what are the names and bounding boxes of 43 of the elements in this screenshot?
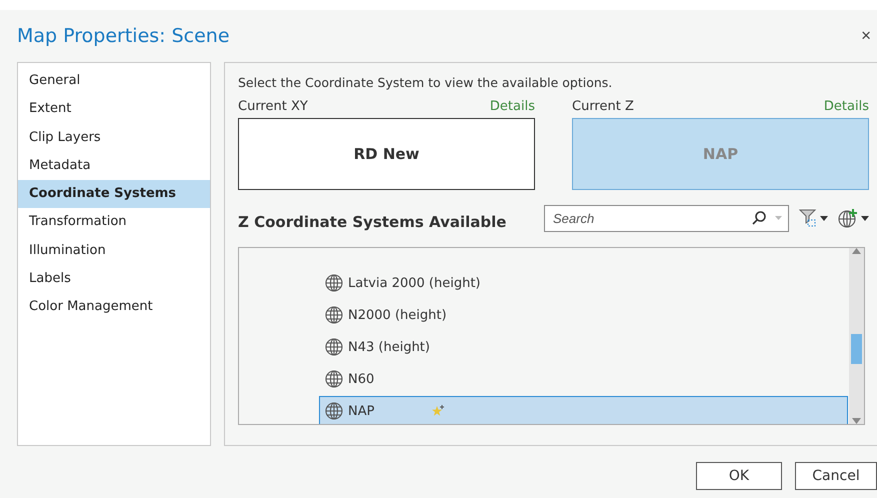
caret-icon — [775, 216, 782, 220]
instruction-text: Select the Coordinate System to view the available options. — [238, 75, 614, 90]
search-field[interactable]: Search — [544, 204, 789, 232]
caret-icon — [861, 216, 869, 220]
globe-icon — [325, 306, 343, 324]
coordinate-system-card[interactable]: RD New — [238, 118, 535, 190]
list-item[interactable]: N2000 (height) — [319, 300, 848, 330]
star-icon — [431, 404, 446, 418]
scroll-down-icon[interactable] — [852, 418, 861, 424]
sidebar-item[interactable]: Extent — [18, 95, 210, 124]
list-item[interactable]: N60 — [319, 364, 848, 394]
globe-icon — [325, 402, 343, 420]
list-item[interactable]: N43 (height) — [319, 332, 848, 362]
scrollbar-thumb[interactable] — [851, 334, 862, 364]
close-button[interactable]: × — [861, 26, 871, 46]
ok-button[interactable]: OK — [696, 462, 782, 490]
current-label: Current XY — [238, 99, 308, 114]
globe-icon — [325, 370, 343, 388]
add-coordinate-system-button[interactable] — [838, 208, 869, 228]
sidebar-item[interactable]: Labels — [18, 265, 210, 294]
sidebar-item[interactable]: Coordinate Systems — [18, 180, 210, 208]
cancel-button[interactable]: Cancel — [795, 462, 877, 490]
globe-icon — [325, 274, 343, 292]
sidebar-item[interactable]: Illumination — [18, 236, 210, 266]
search-icon — [751, 210, 767, 226]
filter-button[interactable] — [799, 208, 828, 228]
current-label: Current Z — [572, 99, 634, 114]
sidebar-item[interactable]: Color Management — [18, 293, 210, 322]
list-item[interactable]: NAP — [319, 396, 848, 424]
window-title: Map Properties: Scene — [17, 25, 230, 47]
sidebar-item[interactable]: Transformation — [18, 208, 210, 237]
details-link[interactable]: Details — [824, 99, 869, 114]
sidebar-item[interactable]: Metadata — [18, 152, 210, 180]
search-input[interactable]: Search — [551, 210, 751, 226]
section-heading: Z Coordinate Systems Available — [238, 213, 508, 231]
scrollbar[interactable] — [849, 248, 864, 424]
caret-icon — [820, 216, 828, 220]
globe-icon — [325, 338, 343, 356]
details-link[interactable]: Details — [490, 99, 535, 114]
list-item[interactable]: Latvia 2000 (height) — [319, 268, 848, 298]
sidebar-item[interactable]: General — [18, 67, 210, 96]
scroll-up-icon[interactable] — [852, 248, 861, 254]
sidebar-item[interactable]: Clip Layers — [18, 124, 210, 152]
